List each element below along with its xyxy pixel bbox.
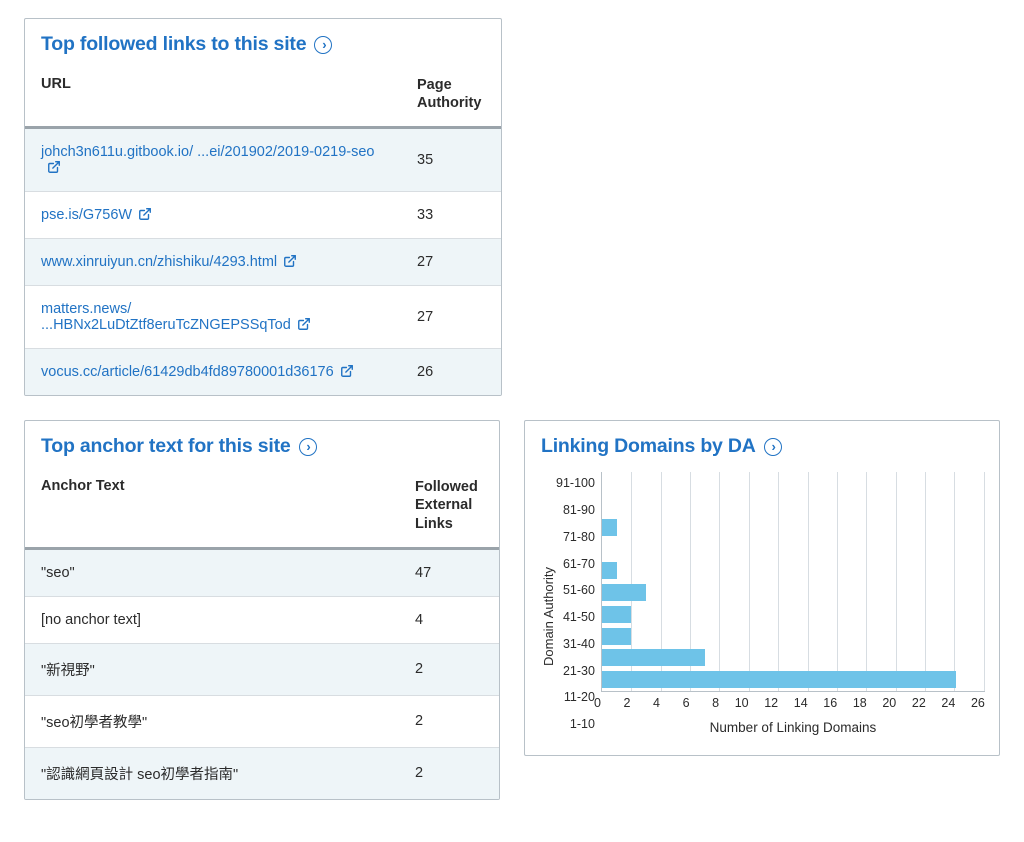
- y-tick: 51-60: [556, 579, 601, 601]
- followed-links-header[interactable]: Top followed links to this site: [25, 19, 501, 66]
- bar-row: [602, 495, 985, 517]
- bar-row: [602, 582, 985, 604]
- table-row: www.xinruiyun.cn/zhishiku/4293.html 27: [25, 239, 501, 286]
- url-cell: johch3n611u.gitbook.io/ ...ei/201902/201…: [25, 128, 401, 192]
- anchor-text-cell: [no anchor text]: [25, 596, 399, 643]
- chart-bar[interactable]: [602, 649, 705, 666]
- bar-row: [602, 538, 985, 560]
- chart-plot-area: [601, 472, 985, 692]
- chart-bar[interactable]: [602, 628, 631, 645]
- external-link-icon[interactable]: [340, 364, 354, 378]
- followed-link[interactable]: matters.news/ ...HBNx2LuDtZtf8eruTcZNGEP…: [41, 301, 291, 333]
- anchor-text-cell: "seo": [25, 548, 399, 596]
- x-axis-ticks: 02468101214161820222426: [601, 692, 985, 710]
- table-row: matters.news/ ...HBNx2LuDtZtf8eruTcZNGEP…: [25, 286, 501, 349]
- followed-link[interactable]: pse.is/G756W: [41, 207, 132, 223]
- chart-bar[interactable]: [602, 671, 956, 688]
- y-axis-label: Domain Authority: [539, 472, 556, 735]
- y-tick: 61-70: [556, 553, 601, 575]
- table-row: vocus.cc/article/61429db4fd89780001d3617…: [25, 349, 501, 396]
- table-row: johch3n611u.gitbook.io/ ...ei/201902/201…: [25, 128, 501, 192]
- linking-domains-title: Linking Domains by DA: [541, 435, 756, 458]
- table-row: pse.is/G756W 33: [25, 192, 501, 239]
- anchor-text-cell: "認識網頁設計 seo初學者指南": [25, 747, 399, 799]
- bar-row: [602, 560, 985, 582]
- x-axis-label: Number of Linking Domains: [601, 710, 985, 735]
- url-cell: www.xinruiyun.cn/zhishiku/4293.html: [25, 239, 401, 286]
- anchor-text-table: Anchor Text Followed External Links "seo…: [25, 468, 499, 798]
- page-authority-cell: 35: [401, 128, 501, 192]
- y-tick: 21-30: [556, 660, 601, 682]
- anchor-text-cell: "新視野": [25, 643, 399, 695]
- anchor-text-header[interactable]: Top anchor text for this site: [25, 421, 499, 468]
- anchor-count-cell: 2: [399, 747, 499, 799]
- followed-link[interactable]: johch3n611u.gitbook.io/ ...ei/201902/201…: [41, 144, 375, 160]
- y-tick: 81-90: [556, 499, 601, 521]
- url-cell: pse.is/G756W: [25, 192, 401, 239]
- chart-bar[interactable]: [602, 562, 617, 579]
- page-authority-cell: 26: [401, 349, 501, 396]
- info-icon[interactable]: [299, 438, 317, 456]
- table-row: "seo初學者教學"2: [25, 695, 499, 747]
- external-link-icon[interactable]: [138, 207, 152, 221]
- followed-links-table: URL Page Authority johch3n611u.gitbook.i…: [25, 66, 501, 395]
- y-tick: 1-10: [556, 713, 601, 735]
- anchor-count-cell: 4: [399, 596, 499, 643]
- followed-link[interactable]: www.xinruiyun.cn/zhishiku/4293.html: [41, 254, 277, 270]
- bar-row: [602, 517, 985, 539]
- chart-bar[interactable]: [602, 606, 631, 623]
- y-tick: 41-50: [556, 606, 601, 628]
- linking-domains-chart: Domain Authority 91-100 81-90 71-80 61-70 51…: [525, 468, 999, 755]
- followed-links-card: Top followed links to this site URL Page…: [24, 18, 502, 396]
- bar-row: [602, 647, 985, 669]
- table-row: [no anchor text]4: [25, 596, 499, 643]
- chart-bar[interactable]: [602, 519, 617, 536]
- linking-domains-card: Linking Domains by DA Domain Authority 9…: [524, 420, 1000, 756]
- chart-bar[interactable]: [602, 584, 646, 601]
- external-link-icon[interactable]: [47, 160, 61, 174]
- url-cell: matters.news/ ...HBNx2LuDtZtf8eruTcZNGEP…: [25, 286, 401, 349]
- external-link-icon[interactable]: [297, 317, 311, 331]
- info-icon[interactable]: [314, 36, 332, 54]
- anchor-count-cell: 2: [399, 643, 499, 695]
- url-cell: vocus.cc/article/61429db4fd89780001d3617…: [25, 349, 401, 396]
- bar-row: [602, 625, 985, 647]
- anchor-count-cell: 47: [399, 548, 499, 596]
- anchor-text-cell: "seo初學者教學": [25, 695, 399, 747]
- followed-link[interactable]: vocus.cc/article/61429db4fd89780001d3617…: [41, 364, 334, 380]
- info-icon[interactable]: [764, 438, 782, 456]
- bar-row: [602, 669, 985, 691]
- col-pa-header: Page Authority: [401, 66, 501, 128]
- y-tick: 91-100: [556, 472, 601, 494]
- table-row: "新視野"2: [25, 643, 499, 695]
- table-row: "認識網頁設計 seo初學者指南"2: [25, 747, 499, 799]
- bar-row: [602, 603, 985, 625]
- col-anchor-header: Anchor Text: [25, 468, 399, 548]
- bar-row: [602, 473, 985, 495]
- y-tick: 31-40: [556, 633, 601, 655]
- anchor-text-card: Top anchor text for this site Anchor Tex…: [24, 420, 500, 799]
- y-tick: 71-80: [556, 526, 601, 548]
- page-authority-cell: 33: [401, 192, 501, 239]
- anchor-count-cell: 2: [399, 695, 499, 747]
- page-authority-cell: 27: [401, 286, 501, 349]
- anchor-text-title: Top anchor text for this site: [41, 435, 291, 458]
- table-row: "seo"47: [25, 548, 499, 596]
- external-link-icon[interactable]: [283, 254, 297, 268]
- linking-domains-header[interactable]: Linking Domains by DA: [525, 421, 999, 468]
- followed-links-title: Top followed links to this site: [41, 33, 306, 56]
- col-links-header: Followed External Links: [399, 468, 499, 548]
- page-authority-cell: 27: [401, 239, 501, 286]
- col-url-header: URL: [25, 66, 401, 128]
